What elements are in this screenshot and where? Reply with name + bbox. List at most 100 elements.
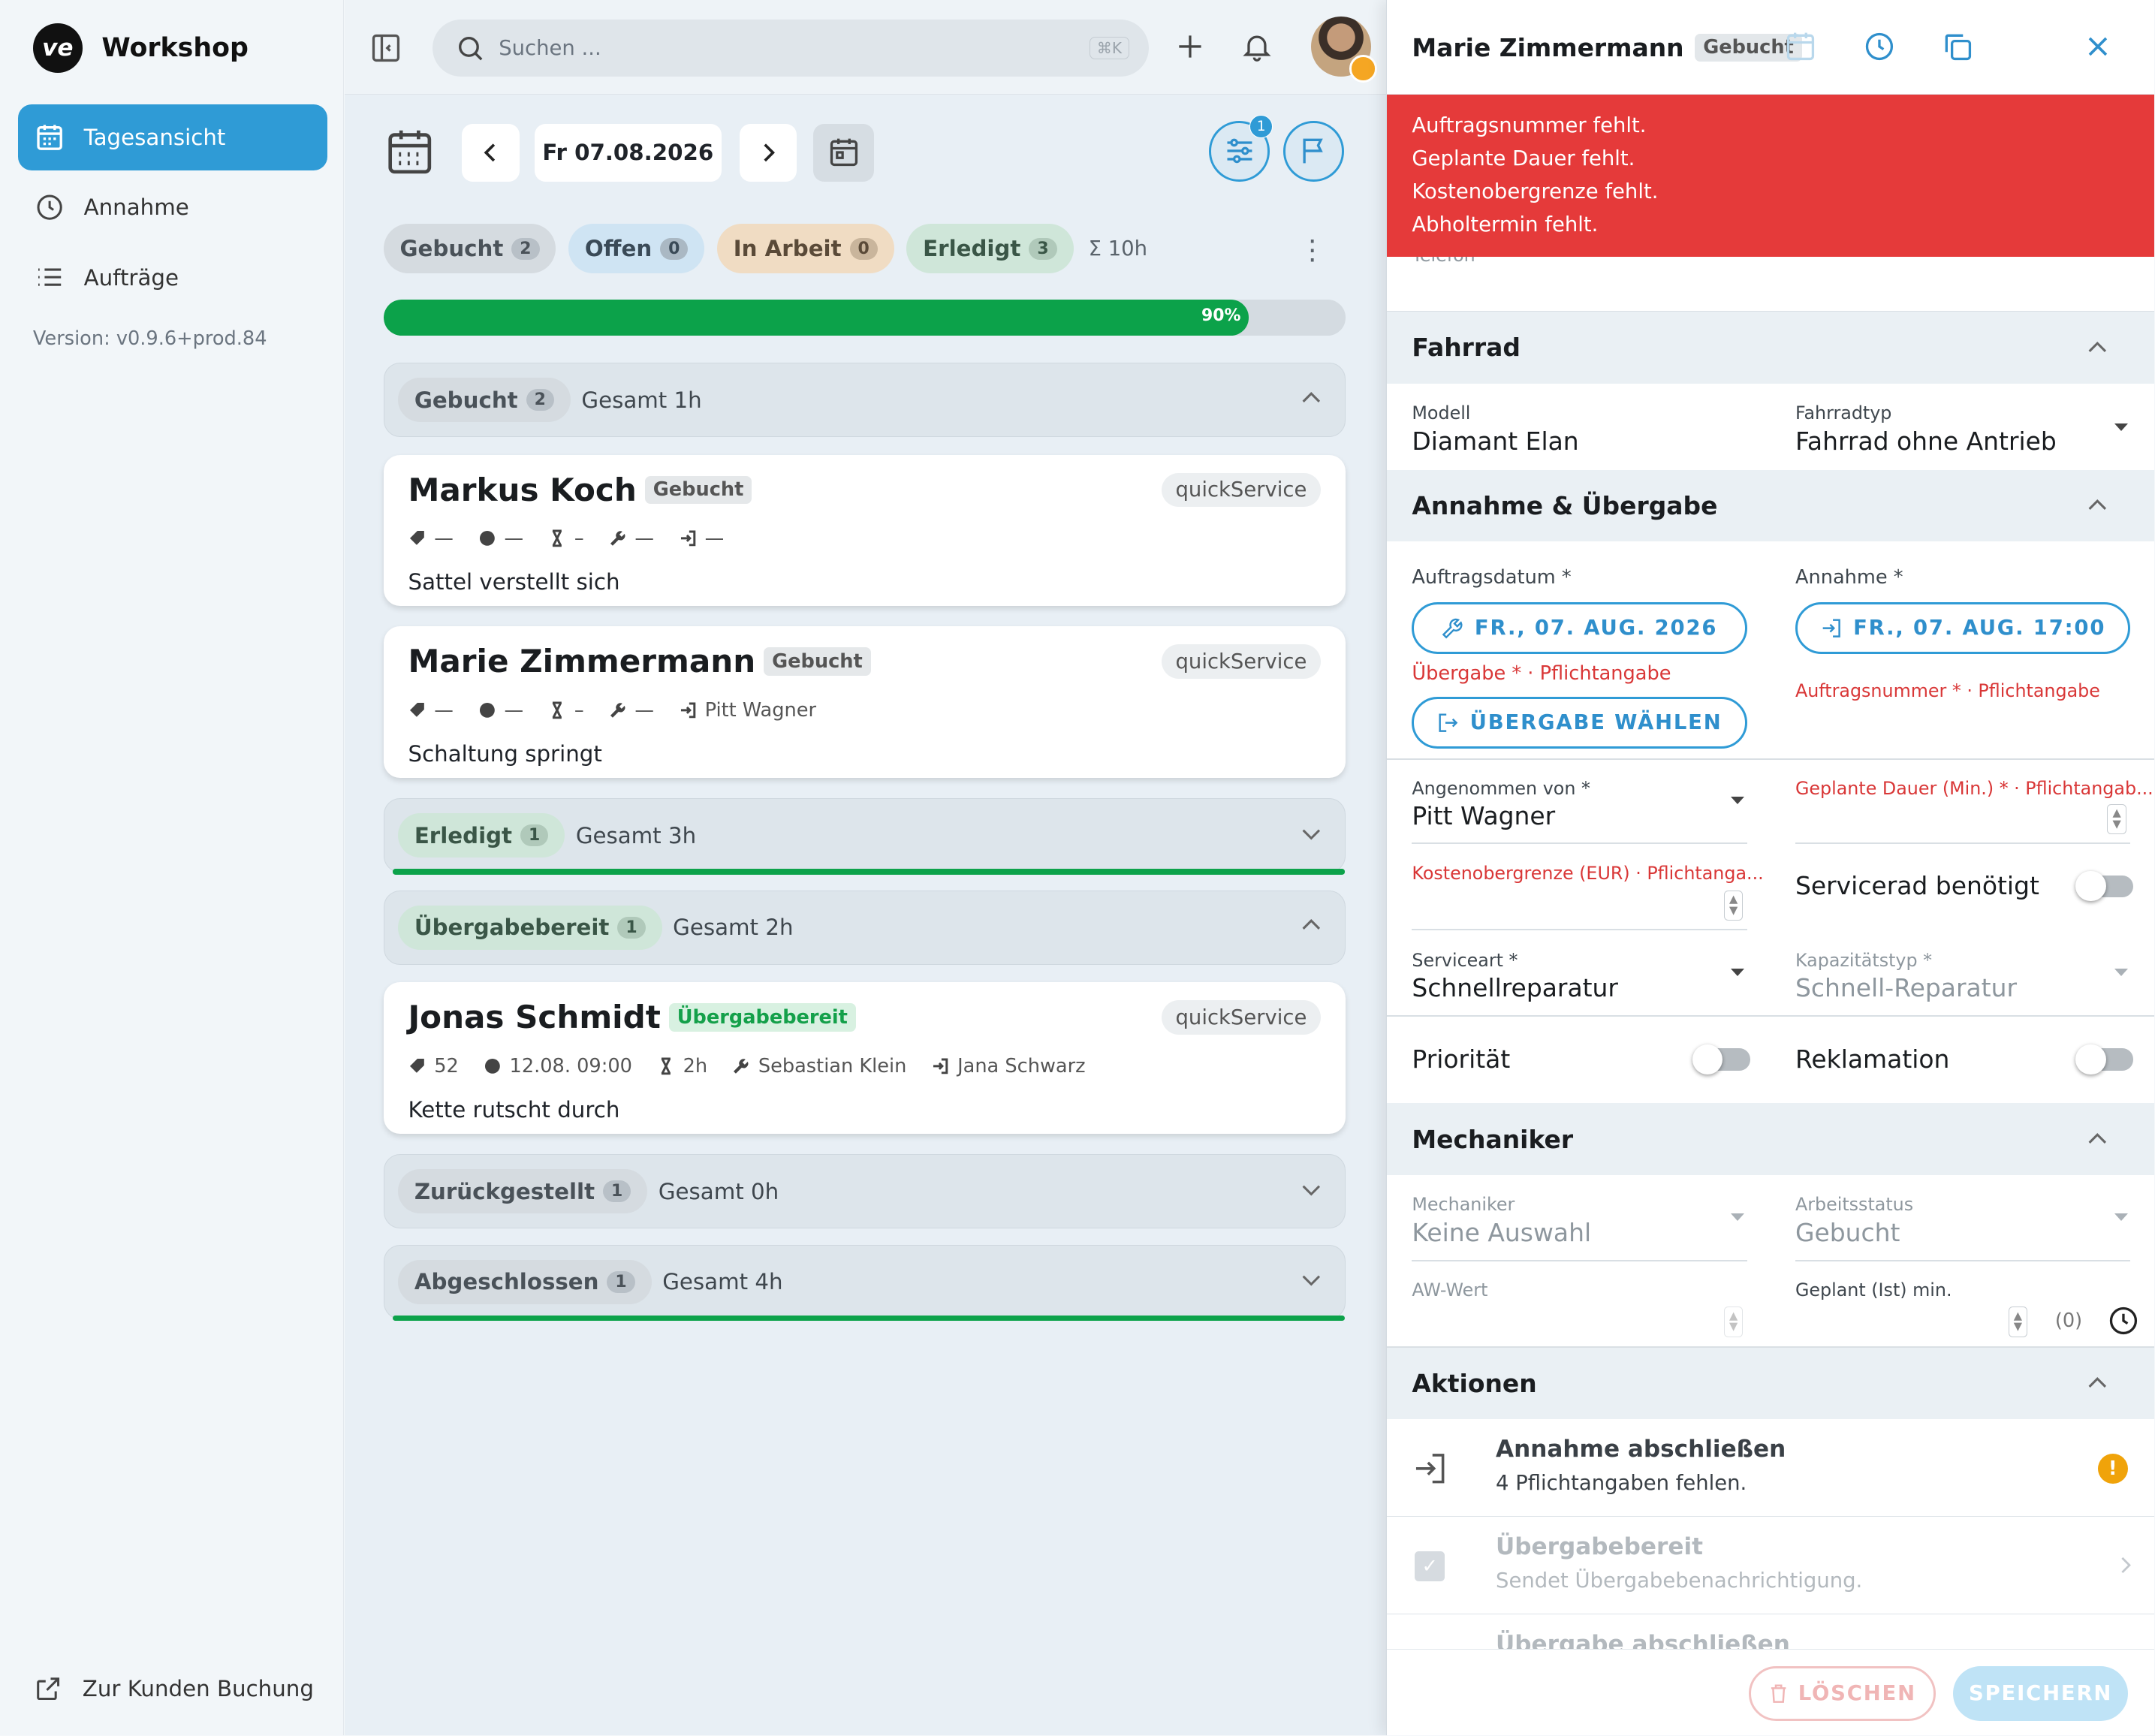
sidebar-item-tagesansicht[interactable]: Tagesansicht — [17, 104, 327, 170]
status-filter-chips: Gebucht 2 Offen 0 In Arbeit 0 Erledigt 3 Σ 1… — [383, 222, 1346, 275]
dropdown-caret-icon — [1730, 1213, 1744, 1222]
divider — [1387, 758, 2155, 760]
chevron-up-icon — [2088, 341, 2107, 352]
filter-count-badge: 1 — [1249, 115, 1273, 139]
section-title: Annahme & Übergabe — [1412, 490, 1718, 520]
meta-value: — — [634, 527, 654, 550]
customer-booking-link[interactable]: Zur Kunden Buchung — [33, 1674, 314, 1704]
calendar-icon[interactable] — [1784, 30, 1817, 63]
group-gebucht[interactable]: Gebucht 2 Gesamt 1h — [383, 363, 1346, 437]
group-label: Zurückgestellt — [414, 1178, 595, 1204]
group-zurueckgestellt[interactable]: Zurückgestellt 1 Gesamt 0h — [383, 1154, 1346, 1228]
close-icon[interactable] — [2081, 30, 2114, 63]
progress-label: 90% — [1201, 306, 1241, 326]
current-date[interactable]: Fr 07.08.2026 — [534, 123, 722, 182]
meta-tag: 52 — [408, 1055, 459, 1077]
timer-clock-icon[interactable] — [2107, 1304, 2140, 1337]
kostenobergrenze-field[interactable]: Kostenobergrenze (EUR) · Pflichtanga... — [1412, 863, 1763, 884]
chip-gebucht[interactable]: Gebucht 2 — [383, 224, 556, 274]
geplante-dauer-field[interactable]: Geplante Dauer (Min.) * · Pflichtangab..… — [1795, 778, 2153, 799]
card-meta: 52 12.08. 09:00 2h Sebastian Klein Jana … — [408, 1055, 1321, 1077]
error-line: Abholtermin fehlt. — [1412, 213, 1599, 237]
search-input[interactable]: Suchen ... ⌘K — [433, 19, 1149, 77]
status-badge: Gebucht — [644, 475, 752, 504]
servicerad-toggle[interactable] — [2075, 871, 2134, 902]
group-total: Gesamt 0h — [658, 1178, 779, 1204]
error-label: Geplante Dauer (Min.) * · Pflichtangab..… — [1795, 777, 2153, 799]
plus-icon[interactable] — [1174, 30, 1207, 63]
search-placeholder: Suchen ... — [499, 36, 601, 60]
section-annahme-header[interactable]: Annahme & Übergabe — [1387, 469, 2155, 542]
group-abgeschlossen[interactable]: Abgeschlossen 1 Gesamt 4h — [383, 1244, 1346, 1322]
job-card[interactable]: Marie Zimmermann Gebucht quickService — … — [383, 626, 1346, 778]
user-avatar[interactable] — [1310, 16, 1377, 83]
login-icon — [680, 530, 696, 547]
field-value: Schnell-Reparatur — [1795, 973, 2018, 1003]
progress-fill: 90% — [383, 299, 1249, 336]
previous-day-button[interactable] — [461, 123, 520, 182]
external-link-icon — [37, 1677, 59, 1700]
job-card[interactable]: Markus Koch Gebucht quickService — — – —… — [383, 454, 1346, 607]
number-stepper[interactable]: ▲ ▼ — [2008, 1307, 2028, 1337]
group-uebergabebereit[interactable]: Übergabebereit 1 Gesamt 2h — [383, 890, 1346, 965]
flag-button[interactable] — [1283, 121, 1344, 182]
section-mechaniker-header[interactable]: Mechaniker — [1387, 1103, 2155, 1175]
save-button[interactable]: SPEICHERN — [1953, 1665, 2128, 1722]
number-stepper[interactable]: ▲ ▼ — [1723, 890, 1744, 921]
sidebar-nav: Tagesansicht Annahme Aufträge — [17, 104, 327, 315]
chip-erledigt[interactable]: Erledigt 3 — [906, 224, 1074, 274]
sidebar-item-auftraege[interactable]: Aufträge — [18, 245, 327, 311]
copy-icon[interactable] — [1941, 30, 1974, 63]
section-aktionen-header[interactable]: Aktionen — [1387, 1348, 2155, 1420]
chip-in-arbeit[interactable]: In Arbeit 0 — [716, 224, 894, 274]
uebergabe-waehlen-button[interactable]: ÜBERGABE WÄHLEN — [1412, 696, 1747, 749]
sidebar-collapse-icon[interactable] — [369, 32, 402, 65]
mechaniker-select[interactable]: Mechaniker Keine Auswahl — [1412, 1194, 1591, 1247]
divider — [1412, 929, 1747, 930]
sidebar-item-label: Tagesansicht — [83, 124, 226, 150]
serviceart-select[interactable]: Serviceart * Schnellreparatur — [1412, 950, 1618, 1003]
job-card[interactable]: Jonas Schmidt Übergabebereit quickServic… — [383, 982, 1346, 1134]
sidebar-item-annahme[interactable]: Annahme — [18, 174, 327, 240]
group-count: 1 — [607, 1271, 635, 1293]
date-picker-button[interactable] — [813, 123, 874, 182]
auftragsdatum-button[interactable]: FR., 07. AUG. 2026 — [1412, 601, 1747, 655]
number-stepper[interactable]: ▲ ▼ — [1723, 1307, 1744, 1337]
number-stepper[interactable]: ▲ ▼ — [2107, 803, 2126, 834]
error-line: Kostenobergrenze fehlt. — [1412, 180, 1659, 204]
section-fahrrad-header[interactable]: Fahrrad — [1387, 312, 2155, 384]
auftragsnummer-error[interactable]: Auftragsnummer * · Pflichtangabe — [1795, 680, 2100, 701]
divider — [1795, 842, 2131, 844]
calendar-grid-icon[interactable] — [384, 126, 436, 179]
delete-button[interactable]: LÖSCHEN — [1748, 1665, 1936, 1722]
bell-icon[interactable] — [1240, 30, 1273, 63]
tag-icon — [409, 1059, 424, 1073]
aw-wert-field[interactable]: AW-Wert — [1412, 1279, 1487, 1300]
arbeitsstatus-select[interactable]: Arbeitsstatus Gebucht — [1795, 1194, 1913, 1247]
hourglass-icon — [552, 701, 562, 719]
status-badge: Übergabebereit — [668, 1003, 856, 1032]
login-icon — [1822, 619, 1840, 637]
chip-count: 0 — [849, 237, 878, 260]
meta-mechanic: Sebastian Klein — [732, 1055, 906, 1077]
group-erledigt[interactable]: Erledigt 1 Gesamt 3h — [383, 798, 1346, 875]
filter-button[interactable]: 1 — [1209, 115, 1273, 182]
angenommen-von-select[interactable]: Angenommen von * Pitt Wagner — [1412, 778, 1590, 831]
group-progress-bar — [392, 1316, 1345, 1322]
more-options-icon[interactable]: ⋮ — [1298, 234, 1326, 266]
annahme-datetime-button[interactable]: FR., 07. AUG. 17:00 — [1795, 601, 2131, 655]
next-day-button[interactable] — [739, 123, 797, 182]
kapazitaetstyp-select[interactable]: Kapazitätstyp * Schnell-Reparatur — [1795, 950, 2017, 1003]
action-uebergabebereit[interactable]: ✓ Übergabebereit Sendet Übergabebenachri… — [1387, 1518, 2155, 1615]
chip-offen[interactable]: Offen 0 — [568, 224, 705, 274]
modell-field[interactable]: Modell Diamant Elan — [1412, 402, 1578, 456]
brand[interactable]: ve Workshop — [32, 23, 249, 73]
fahrradtyp-select[interactable]: Fahrradtyp Fahrrad ohne Antrieb — [1795, 402, 2057, 456]
action-title: Übergabebereit — [1496, 1533, 1703, 1561]
prioritaet-toggle[interactable] — [1692, 1044, 1750, 1075]
reklamation-toggle[interactable] — [2075, 1044, 2134, 1075]
action-annahme-abschliessen[interactable]: Annahme abschließen 4 Pflichtangaben feh… — [1387, 1421, 2155, 1517]
geplant-ist-field[interactable]: Geplant (Ist) min. — [1795, 1279, 1952, 1300]
history-clock-icon[interactable] — [1863, 30, 1896, 63]
meta-value: 2h — [683, 1055, 708, 1077]
